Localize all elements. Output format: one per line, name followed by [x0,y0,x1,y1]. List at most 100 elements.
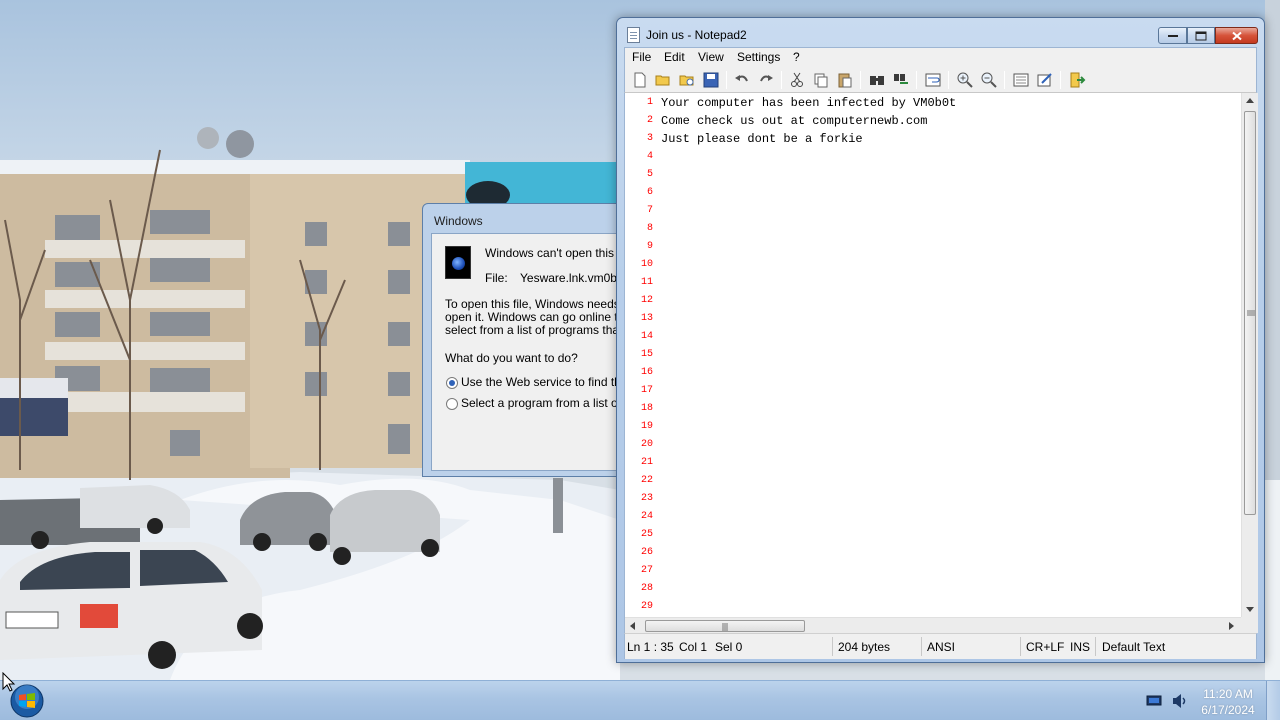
line-number: 12 [640,295,653,306]
redo-icon[interactable] [757,71,775,89]
mouse-cursor-icon [2,672,16,692]
menu-file[interactable]: File [632,50,651,64]
dialog-paragraph-line-1: To open this file, Windows needs to [445,297,634,311]
status-divider [921,637,922,656]
status-line-position: Ln 1 : 35 [627,640,674,654]
minimize-icon [1167,34,1178,37]
line-number: 23 [640,493,653,504]
browse-icon[interactable] [678,71,696,89]
vertical-scroll-thumb[interactable] [1244,111,1256,515]
status-file-size: 204 bytes [838,640,891,654]
cut-icon[interactable] [788,71,806,89]
system-clock[interactable]: 11:20 AM 6/17/2024 [1198,686,1258,718]
file-type-icon [445,246,471,279]
line-number: 8 [646,223,653,234]
show-desktop-button[interactable] [1266,681,1280,720]
new-icon[interactable] [631,71,649,89]
line-number: 21 [640,457,653,468]
dialog-file-name: Yesware.lnk.vm0b0t [520,271,627,285]
editor-line-3[interactable]: Just please dont be a forkie [661,132,863,146]
line-number: 25 [640,529,653,540]
copy-icon[interactable] [812,71,830,89]
line-number: 19 [640,421,653,432]
status-bar: Ln 1 : 35 Col 1 Sel 0 204 bytes ANSI CR+… [624,633,1257,659]
scroll-right-arrow-icon[interactable] [1229,622,1235,630]
line-number: 7 [646,205,653,216]
horizontal-scroll-thumb[interactable] [645,620,805,632]
line-number: 27 [640,565,653,576]
line-number: 4 [646,151,653,162]
window-title: Join us - Notepad2 [646,28,747,42]
line-number: 1 [646,97,653,108]
line-number: 29 [640,601,653,612]
line-number: 22 [640,475,653,486]
clock-date: 6/17/2024 [1201,703,1255,717]
dialog-title: Windows [434,214,483,228]
vertical-scrollbar[interactable] [1241,93,1258,619]
restore-button[interactable] [1187,27,1215,44]
status-encoding[interactable]: ANSI [927,640,955,654]
undo-icon[interactable] [733,71,751,89]
dialog-message: Windows can't open this file [485,246,633,260]
line-number: 26 [640,547,653,558]
text-editor[interactable]: 1 2 3 4 5 6 7 8 9 10 11 12 13 14 15 16 17 18 19 20 21 22 23 24 2… [624,93,1258,633]
toolbar-separator [948,71,949,89]
find-icon[interactable] [868,71,886,89]
scheme-icon[interactable] [1012,71,1030,89]
zoom-out-icon[interactable] [980,71,998,89]
line-number: 11 [640,277,653,288]
line-number: 20 [640,439,653,450]
program-list-option-label[interactable]: Select a program from a list of ins [461,396,640,410]
menu-view[interactable]: View [698,50,724,64]
line-number: 17 [640,385,653,396]
editor-line-2[interactable]: Come check us out at computernewb.com [661,114,927,128]
notepad-app-icon[interactable] [627,27,640,43]
zoom-in-icon[interactable] [956,71,974,89]
line-number: 10 [640,259,653,270]
minimize-button[interactable] [1158,27,1187,44]
dialog-paragraph-line-3: select from a list of programs that a [445,323,633,337]
close-button[interactable] [1215,27,1258,44]
network-icon[interactable] [1146,695,1162,707]
status-insert-mode: INS [1070,640,1091,654]
exit-icon[interactable] [1068,71,1086,89]
line-number: 13 [640,313,653,324]
scroll-up-arrow-icon[interactable] [1246,98,1254,104]
status-scheme[interactable]: Default Text [1102,640,1165,654]
dialog-paragraph-line-2: open it. Windows can go online to lo [445,310,638,324]
web-service-option-label[interactable]: Use the Web service to find the [461,375,628,389]
toolbar-separator [916,71,917,89]
toolbar-separator [1004,71,1005,89]
status-line-ending[interactable]: CR+LF [1026,640,1064,654]
line-number: 14 [640,331,653,342]
restore-icon [1195,31,1207,40]
menu-help[interactable]: ? [793,50,800,64]
save-icon[interactable] [702,71,720,89]
replace-icon[interactable] [892,71,910,89]
word-wrap-icon[interactable] [924,71,942,89]
customize-icon[interactable] [1036,71,1054,89]
toolbar [624,67,1257,93]
program-list-radio[interactable] [446,398,458,410]
scroll-down-arrow-icon[interactable] [1246,607,1254,613]
volume-icon[interactable] [1171,693,1189,709]
taskbar: 11:20 AM 6/17/2024 [0,680,1280,720]
line-number: 3 [646,133,653,144]
toolbar-separator [860,71,861,89]
paste-icon[interactable] [836,71,854,89]
web-service-radio[interactable] [446,377,458,389]
line-number: 15 [640,349,653,360]
open-icon[interactable] [654,71,672,89]
scroll-left-arrow-icon[interactable] [630,622,636,630]
editor-line-1[interactable]: Your computer has been infected by VM0b0… [661,96,956,110]
status-divider [1095,637,1096,656]
horizontal-scrollbar[interactable] [625,617,1241,633]
menu-settings[interactable]: Settings [737,50,780,64]
dialog-question: What do you want to do? [445,351,578,365]
line-number: 5 [646,169,653,180]
line-number: 2 [646,115,653,126]
menu-edit[interactable]: Edit [664,50,685,64]
close-icon [1231,31,1242,40]
grip-icon [1247,310,1255,316]
line-number: 24 [640,511,653,522]
